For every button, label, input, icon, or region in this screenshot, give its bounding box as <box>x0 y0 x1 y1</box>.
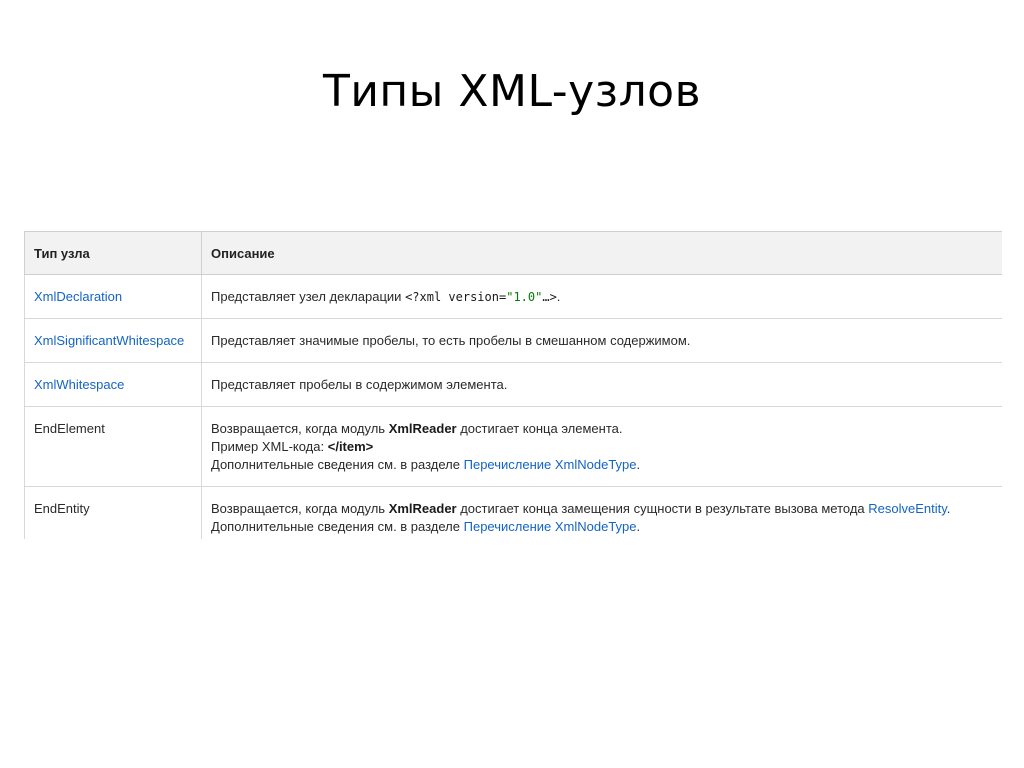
description-line: Возвращается, когда модуль XmlReader дос… <box>211 420 1002 438</box>
description-line: Дополнительные сведения см. в разделе Пе… <box>211 518 1002 536</box>
code-string: "1.0" <box>506 290 543 304</box>
table-row: EndEntity Возвращается, когда модуль Xml… <box>24 486 1002 539</box>
description-cell: Возвращается, когда модуль XmlReader дос… <box>201 486 1002 539</box>
table-row: EndElement Возвращается, когда модуль Xm… <box>24 406 1002 487</box>
description-text: достигает конца элемента. <box>456 421 623 436</box>
column-header-type: Тип узла <box>24 231 202 275</box>
description-text: . <box>636 519 641 534</box>
description-text: . <box>946 501 951 516</box>
node-types-table-container: Тип узла Описание XmlDeclaration Предста… <box>24 231 1002 539</box>
xml-example: </item> <box>327 439 374 454</box>
node-types-table: Тип узла Описание XmlDeclaration Предста… <box>24 231 1002 539</box>
description-text: Дополнительные сведения см. в разделе <box>211 457 464 472</box>
node-type-cell: EndEntity <box>24 486 202 539</box>
slide-title: Типы XML-узлов <box>322 66 702 117</box>
xmlnodetype-link[interactable]: Перечисление XmlNodeType <box>464 519 637 534</box>
description-cell: Возвращается, когда модуль XmlReader дос… <box>201 406 1002 487</box>
node-type-link[interactable]: XmlSignificantWhitespace <box>34 333 184 348</box>
description-text: Возвращается, когда модуль <box>211 501 389 516</box>
description-cell: Представляет значимые пробелы, то есть п… <box>201 318 1002 363</box>
description-text: . <box>636 457 641 472</box>
table-row: XmlDeclaration Представляет узел деклара… <box>24 274 1002 319</box>
node-type-link[interactable]: XmlDeclaration <box>34 289 122 304</box>
description-text: Пример XML-кода: <box>211 439 328 454</box>
slide: Типы XML-узлов Тип узла Описание XmlDecl… <box>0 0 1024 768</box>
description-text: Дополнительные сведения см. в разделе <box>211 519 464 534</box>
table-row: XmlWhitespace Представляет пробелы в сод… <box>24 362 1002 407</box>
description-line: Дополнительные сведения см. в разделе Пе… <box>211 456 1002 474</box>
node-type-cell: XmlWhitespace <box>24 362 202 407</box>
column-header-description: Описание <box>201 231 1002 275</box>
class-name: XmlReader <box>388 501 457 516</box>
description-line: Пример XML-кода: </item> <box>211 438 1002 456</box>
class-name: XmlReader <box>388 421 457 436</box>
xmlnodetype-link[interactable]: Перечисление XmlNodeType <box>464 457 637 472</box>
table-header-row: Тип узла Описание <box>24 231 1002 275</box>
node-type-cell: EndElement <box>24 406 202 487</box>
description-text: Возвращается, когда модуль <box>211 421 389 436</box>
code-snippet: <?xml version="1.0"…> <box>405 290 557 304</box>
node-type-cell: XmlDeclaration <box>24 274 202 319</box>
description-line: Возвращается, когда модуль XmlReader дос… <box>211 500 1002 518</box>
node-type-link[interactable]: XmlWhitespace <box>34 377 124 392</box>
description-text: . <box>556 289 561 304</box>
description-cell: Представляет узел декларации <?xml versi… <box>201 274 1002 319</box>
table-row: XmlSignificantWhitespace Представляет зн… <box>24 318 1002 363</box>
description-cell: Представляет пробелы в содержимом элемен… <box>201 362 1002 407</box>
code-part: <?xml version= <box>405 290 507 304</box>
resolveentity-link[interactable]: ResolveEntity <box>868 501 947 516</box>
description-text: Представляет узел декларации <box>211 289 406 304</box>
description-text: достигает конца замещения сущности в рез… <box>456 501 869 516</box>
code-part: …> <box>542 290 557 304</box>
node-type-cell: XmlSignificantWhitespace <box>24 318 202 363</box>
